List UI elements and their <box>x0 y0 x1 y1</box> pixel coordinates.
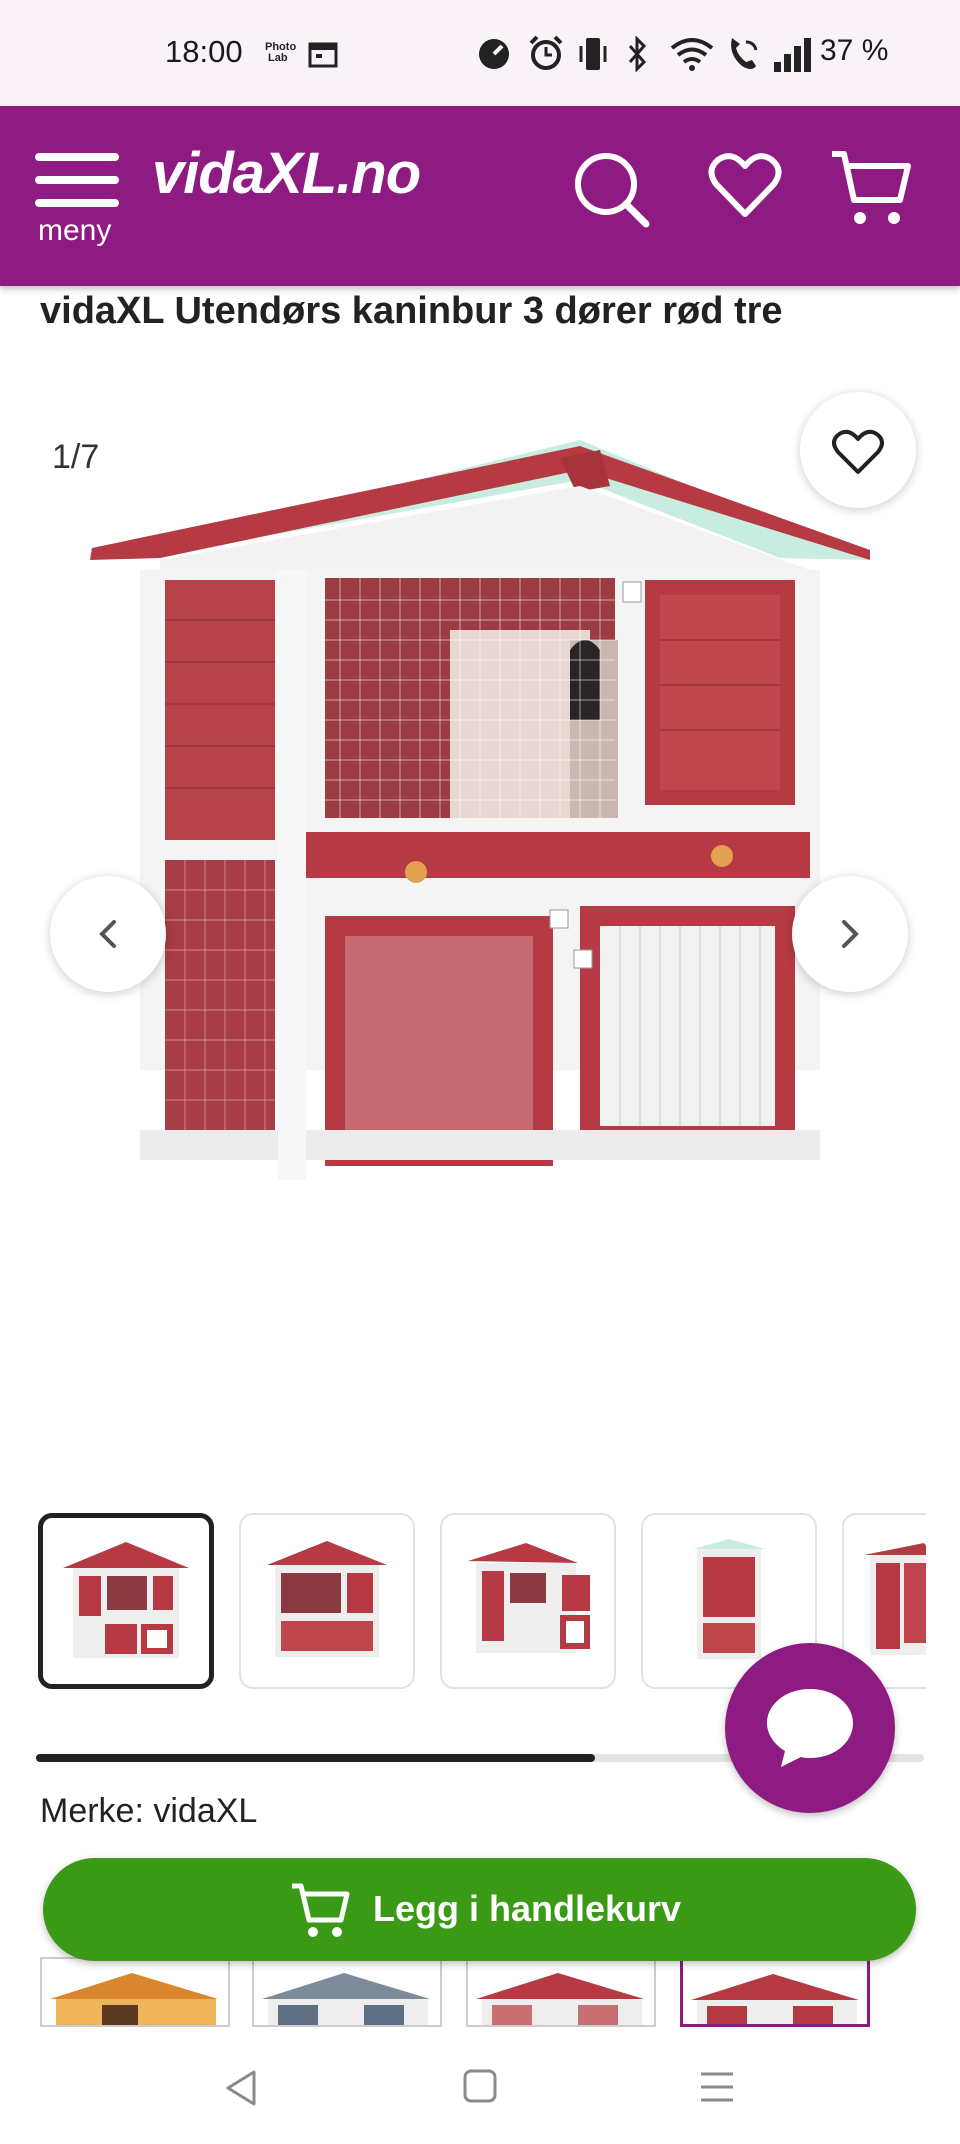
add-to-cart-label: Legg i handlekurv <box>373 1888 682 1929</box>
site-logo[interactable]: vidaXL.no <box>152 140 421 207</box>
menu-label: meny <box>38 214 112 247</box>
data-saver-icon <box>479 39 509 69</box>
cart-icon <box>292 1883 350 1937</box>
chat-icon <box>767 1689 853 1767</box>
thumbnail-3[interactable] <box>440 1513 616 1689</box>
heart-icon[interactable] <box>708 150 782 220</box>
chat-button[interactable] <box>725 1643 895 1813</box>
search-icon[interactable] <box>572 148 652 228</box>
site-header <box>0 106 960 286</box>
home-nav-icon[interactable] <box>462 2068 498 2104</box>
signal-icon <box>774 38 811 72</box>
cart-icon[interactable] <box>828 146 912 230</box>
wifi-icon <box>670 38 714 71</box>
variant-thumb-grey[interactable] <box>252 1957 442 2027</box>
status-bar: 18:00 Photo Lab 37 % <box>0 0 960 106</box>
variant-thumb-brown[interactable] <box>466 1957 656 2027</box>
variant-thumb-red[interactable] <box>680 1957 870 2027</box>
status-time: 18:00 <box>165 34 243 69</box>
gallery-scroll-thumb[interactable] <box>36 1754 596 1762</box>
prev-image-button[interactable] <box>50 876 166 992</box>
variant-thumb-orange[interactable] <box>40 1957 230 2027</box>
next-image-button[interactable] <box>792 876 908 992</box>
photo-lab-icon: Photo Lab <box>265 41 297 64</box>
product-image <box>90 440 870 1180</box>
alarm-icon <box>529 35 563 70</box>
thumbnail-2[interactable] <box>239 1513 415 1689</box>
chevron-right-icon <box>842 920 859 948</box>
hamburger-icon <box>35 153 119 207</box>
product-title: vidaXL Utendørs kaninbur 3 dører rød tre <box>40 290 783 332</box>
add-to-cart-button[interactable]: Legg i handlekurv <box>43 1858 916 1961</box>
bluetooth-icon <box>628 36 647 72</box>
menu-button[interactable] <box>32 150 122 210</box>
chevron-left-icon <box>99 920 116 948</box>
brand-label: Merke: vidaXL <box>40 1792 258 1830</box>
android-nav-bar <box>0 2028 960 2144</box>
vibrate-icon <box>579 38 607 70</box>
calendar-icon <box>308 42 338 68</box>
wifi-call-icon <box>731 38 758 69</box>
recents-nav-icon[interactable] <box>698 2070 736 2104</box>
battery-percent: 37 % <box>820 34 889 67</box>
back-nav-icon[interactable] <box>222 2068 262 2108</box>
thumbnail-1[interactable] <box>38 1513 214 1689</box>
